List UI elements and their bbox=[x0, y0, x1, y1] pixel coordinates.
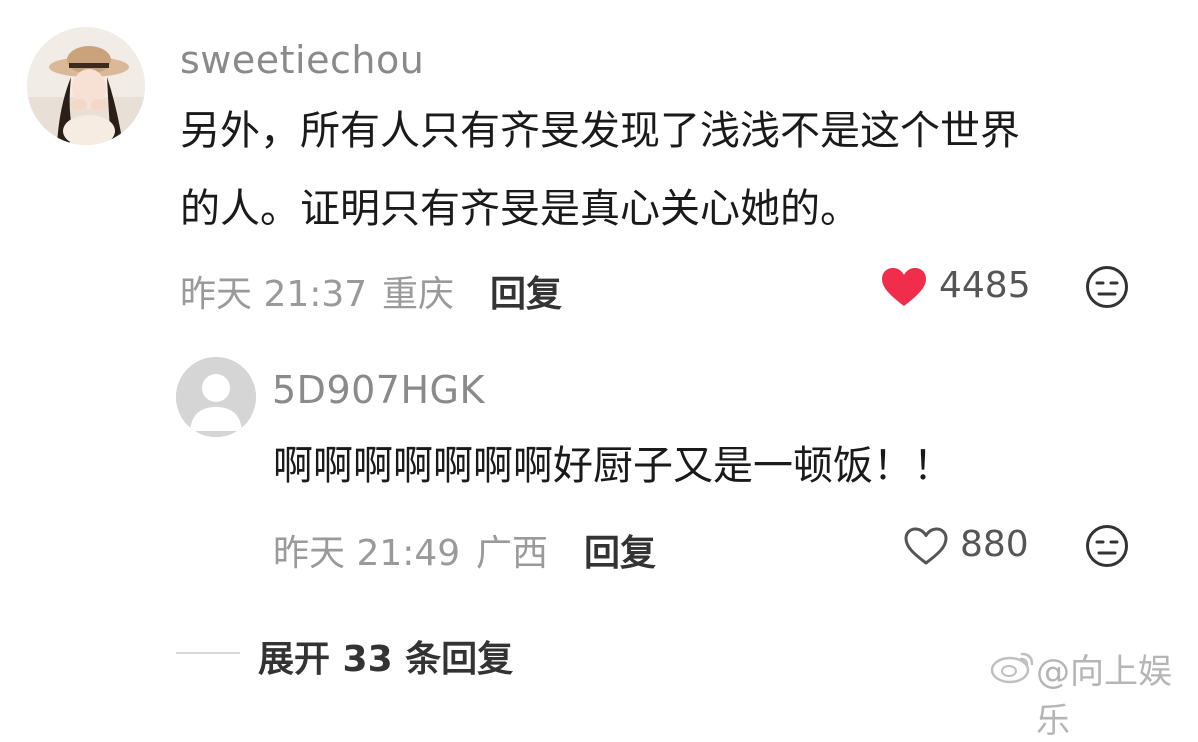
default-user-avatar-icon bbox=[176, 357, 256, 437]
avatar-photo bbox=[27, 27, 145, 145]
expand-replies-button[interactable]: 展开 33 条回复 bbox=[258, 630, 513, 682]
user-avatar[interactable] bbox=[27, 27, 145, 145]
reply-user-avatar[interactable] bbox=[176, 357, 256, 437]
heart-filled-icon[interactable] bbox=[881, 267, 927, 307]
comment-reply-button[interactable]: 回复 bbox=[490, 265, 562, 317]
reply-username[interactable]: 5D907HGK bbox=[272, 368, 485, 412]
comment-like-count: 4485 bbox=[939, 265, 1031, 306]
meh-face-icon[interactable] bbox=[1085, 524, 1129, 568]
reply-text: 啊啊啊啊啊啊啊好厨子又是一顿饭！！ bbox=[273, 443, 953, 489]
comment-text-line1: 另外，所有人只有齐旻发现了浅浅不是这个世界 bbox=[180, 108, 1020, 154]
heart-outline-icon[interactable] bbox=[903, 526, 949, 566]
reply-reply-button[interactable]: 回复 bbox=[584, 524, 656, 576]
comment-username[interactable]: sweetiechou bbox=[180, 38, 424, 82]
expand-divider bbox=[176, 652, 240, 654]
weibo-logo-icon bbox=[990, 648, 1036, 684]
comment-timestamp: 昨天 21:37 bbox=[180, 274, 368, 315]
comment-text-line2: 的人。证明只有齐旻是真心关心她的。 bbox=[180, 186, 860, 232]
reply-timestamp: 昨天 21:49 bbox=[273, 533, 461, 574]
reply-location: 广西 bbox=[476, 533, 549, 574]
watermark-text: @向上娱乐 bbox=[1036, 652, 1172, 741]
reply-like-count: 880 bbox=[960, 524, 1029, 565]
comment-location: 重庆 bbox=[382, 274, 455, 315]
meh-face-icon[interactable] bbox=[1085, 265, 1129, 309]
